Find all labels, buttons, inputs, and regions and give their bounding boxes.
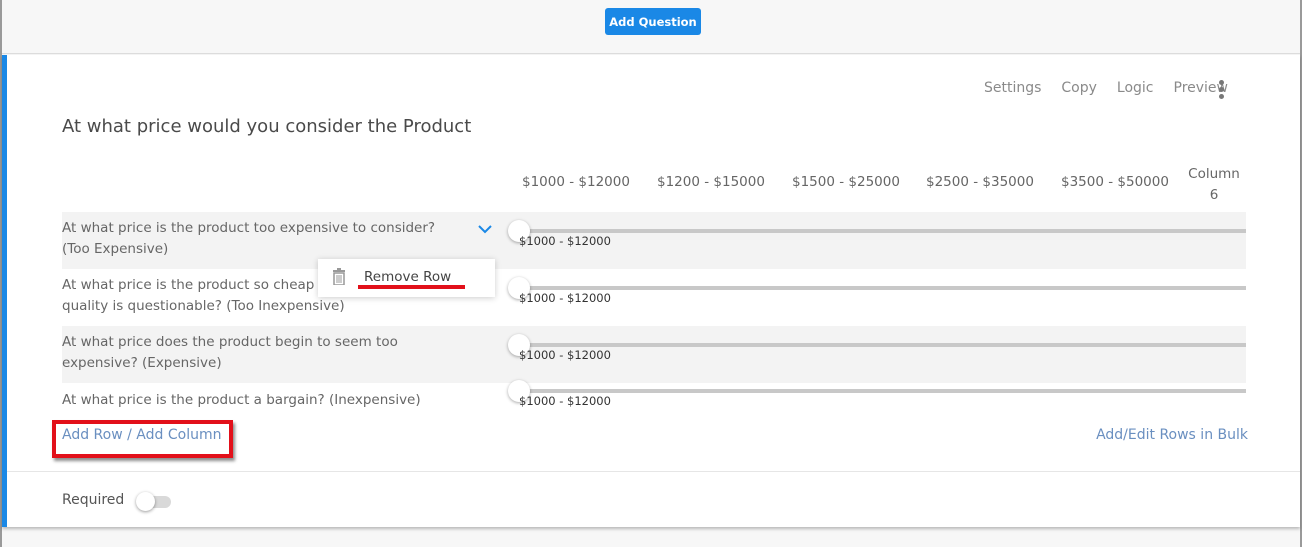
slider-track[interactable] — [519, 343, 1246, 347]
table-row: At what price does the product begin to … — [62, 326, 1246, 383]
add-question-button[interactable]: Add Question — [605, 8, 701, 35]
slider-track[interactable] — [519, 389, 1246, 393]
more-vertical-icon[interactable] — [1215, 80, 1227, 100]
add-row-column-links: Add Row / Add Column — [62, 427, 221, 443]
required-label: Required — [62, 492, 125, 508]
row-context-menu: Remove Row — [318, 259, 495, 297]
column-header: $1000 - $12000 — [522, 174, 630, 190]
settings-link[interactable]: Settings — [984, 80, 1041, 96]
top-toolbar: Add Question — [2, 0, 1300, 54]
column-header: $1200 - $15000 — [657, 174, 765, 190]
slider-value: $1000 - $12000 — [519, 234, 611, 248]
add-column-link[interactable]: Add Column — [136, 427, 221, 443]
trash-icon — [333, 268, 345, 285]
slider-track[interactable] — [519, 286, 1246, 290]
slider-track[interactable] — [519, 229, 1246, 233]
required-toggle[interactable] — [136, 492, 171, 511]
row-label[interactable]: At what price does the product begin to … — [62, 332, 422, 374]
annotation-underline — [358, 285, 465, 289]
row-label[interactable]: At what price is the product too expensi… — [62, 218, 462, 260]
column-header: $2500 - $35000 — [926, 174, 1034, 190]
question-card: Settings Copy Logic Preview At what pric… — [2, 55, 1300, 527]
slider-value: $1000 - $12000 — [519, 291, 611, 305]
card-actions: Settings Copy Logic Preview — [964, 80, 1228, 96]
table-row: At what price is the product a bargain? … — [62, 380, 1246, 413]
table-row: At what price is the product so cheap qua… — [62, 269, 1246, 326]
row-label-line1: At what price is the product so cheap — [62, 277, 315, 293]
copy-link[interactable]: Copy — [1061, 80, 1097, 96]
column-header: $1500 - $25000 — [792, 174, 900, 190]
remove-row-menu-item[interactable]: Remove Row — [364, 269, 451, 285]
chevron-down-icon[interactable] — [478, 224, 492, 234]
bulk-edit-rows-link[interactable]: Add/Edit Rows in Bulk — [1096, 427, 1248, 443]
column-header: Column 6 — [1188, 166, 1240, 203]
divider — [7, 471, 1300, 472]
question-title: At what price would you consider the Pro… — [62, 116, 472, 137]
add-row-link[interactable]: Add Row — [62, 427, 123, 443]
column-header: $3500 - $50000 — [1061, 174, 1169, 190]
table-row: At what price is the product too expensi… — [62, 212, 1246, 269]
toggle-knob — [136, 492, 155, 511]
link-separator: / — [127, 427, 132, 443]
row-label[interactable]: At what price is the product a bargain? … — [62, 390, 462, 411]
row-label-line2: quality is questionable? (Too Inexpensiv… — [62, 298, 345, 314]
slider-value: $1000 - $12000 — [519, 394, 611, 408]
slider-value: $1000 - $12000 — [519, 348, 611, 362]
logic-link[interactable]: Logic — [1117, 80, 1154, 96]
